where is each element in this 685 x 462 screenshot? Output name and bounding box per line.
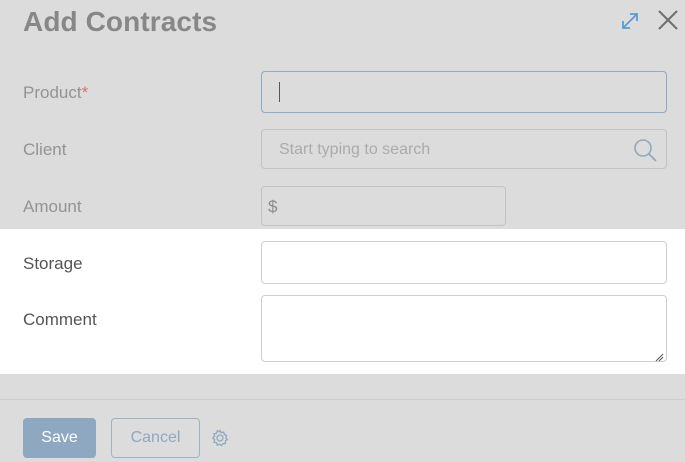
footer-divider xyxy=(0,399,685,400)
comment-label: Comment xyxy=(23,310,97,329)
close-icon[interactable] xyxy=(654,6,682,34)
resize-handle-icon[interactable] xyxy=(654,349,664,362)
search-icon[interactable] xyxy=(632,137,658,163)
storage-label: Storage xyxy=(23,254,83,273)
gear-icon[interactable] xyxy=(210,428,230,448)
amount-input[interactable]: $ xyxy=(261,186,506,226)
highlighted-fields-area: Storage Comment xyxy=(0,229,685,374)
client-search-input[interactable]: Start typing to search xyxy=(261,129,667,169)
amount-label: Amount xyxy=(23,197,82,216)
client-placeholder: Start typing to search xyxy=(279,141,431,158)
dialog-header: Add Contracts xyxy=(0,0,685,50)
text-caret xyxy=(279,82,280,102)
expand-icon[interactable] xyxy=(618,9,642,33)
client-label: Client xyxy=(23,140,67,159)
add-contracts-dialog: Add Contracts Product* Client Start typi… xyxy=(0,0,685,462)
storage-input[interactable] xyxy=(261,241,667,284)
required-mark: * xyxy=(81,83,89,102)
dialog-title: Add Contracts xyxy=(23,6,218,37)
currency-symbol: $ xyxy=(268,197,278,216)
save-button[interactable]: Save xyxy=(23,418,96,458)
amount-row: Amount $ xyxy=(0,186,685,226)
product-row: Product* xyxy=(0,71,685,113)
cancel-button[interactable]: Cancel xyxy=(111,418,200,458)
client-row: Client Start typing to search xyxy=(0,129,685,169)
product-input[interactable] xyxy=(261,71,667,113)
comment-textarea[interactable] xyxy=(261,295,667,362)
product-label: Product* xyxy=(23,83,89,102)
